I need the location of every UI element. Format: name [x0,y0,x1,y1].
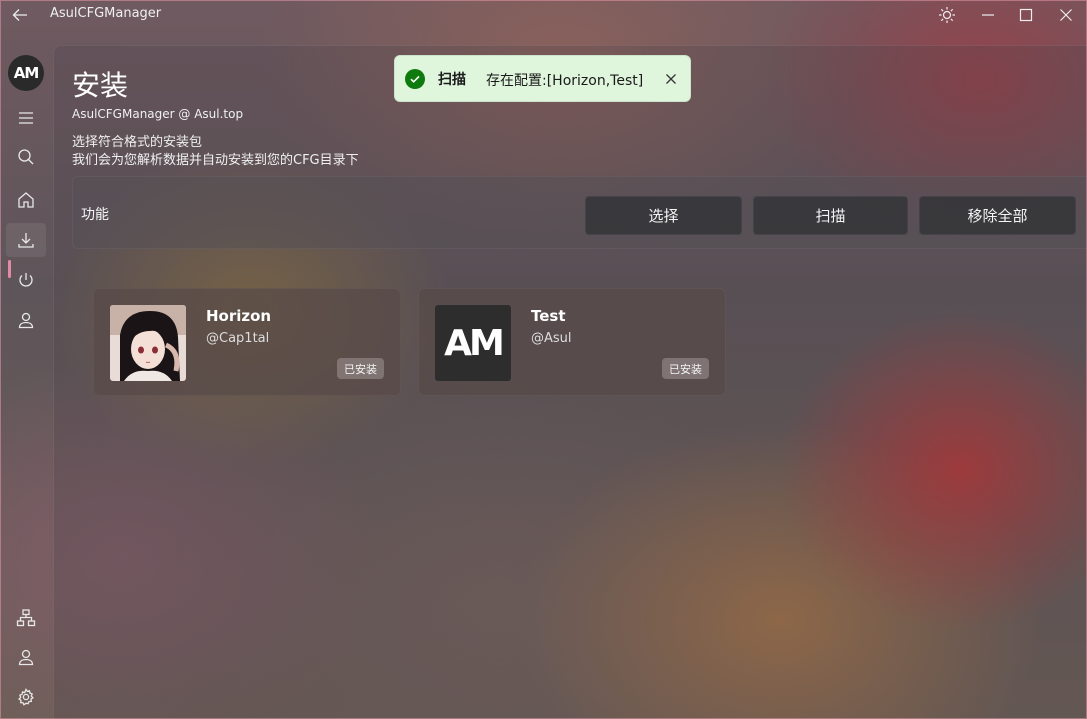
power-icon [19,273,33,287]
person-icon [18,312,34,329]
scan-toast: 扫描 存在配置:[Horizon,Test] [394,55,691,102]
installed-badge: 已安装 [662,358,709,379]
config-logo-tile: AM [435,305,511,381]
search-icon [18,149,34,165]
config-card-test[interactable]: AM Test @Asul 已安装 [418,288,726,396]
page-description: 选择符合格式的安装包 我们会为您解析数据并自动安装到您的CFG目录下 [72,134,359,170]
config-card-horizon[interactable]: Horizon @Cap1tal 已安装 [93,288,401,396]
success-check-icon [405,69,425,89]
theme-toggle-button[interactable] [936,4,958,26]
nav-install[interactable] [6,223,46,257]
page-title: 安装 [72,69,129,102]
description-line-1: 选择符合格式的安装包 [72,135,203,150]
toast-close-button[interactable] [662,70,680,88]
app-logo: AM [8,55,44,91]
config-author: @Cap1tal [206,331,270,346]
nav-network[interactable] [6,601,46,635]
toast-title: 扫描 [438,72,466,88]
back-arrow-icon [12,9,27,21]
title-bar: AsulCFGManager [0,0,1087,30]
home-icon [18,192,34,208]
select-button[interactable]: 选择 [585,196,742,235]
nav-account[interactable] [6,303,46,337]
gear-icon [18,688,34,706]
menu-toggle-button[interactable] [6,101,46,135]
nav-power[interactable] [6,263,46,297]
config-name: Horizon [206,307,272,325]
network-icon [16,609,36,627]
nav-home[interactable] [6,183,46,217]
nav-settings[interactable] [6,680,46,714]
window-title: AsulCFGManager [50,6,162,21]
config-logo-text: AM [435,305,511,381]
config-author: @Asul [531,331,572,346]
config-name: Test [531,307,566,325]
description-line-2: 我们会为您解析数据并自动安装到您的CFG目录下 [72,153,359,168]
config-avatar-image [110,305,186,381]
maximize-button[interactable] [1015,4,1037,26]
close-window-button[interactable] [1055,4,1077,26]
minimize-icon [982,14,994,16]
minimize-button[interactable] [977,4,999,26]
nav-search[interactable] [6,140,46,174]
toast-message: 存在配置:[Horizon,Test] [486,73,644,89]
download-icon [18,233,34,248]
function-label: 功能 [81,207,109,223]
back-button[interactable] [10,5,30,25]
person-icon [18,649,34,666]
sun-icon [939,7,955,23]
hamburger-icon [19,112,33,124]
page-subtitle: AsulCFGManager @ Asul.top [72,107,244,121]
nav-user[interactable] [6,640,46,674]
maximize-icon [1019,8,1033,22]
close-icon [666,74,676,84]
sidebar: AM [0,30,52,719]
installed-badge: 已安装 [337,358,384,379]
close-icon [1060,9,1072,21]
scan-button[interactable]: 扫描 [753,196,908,235]
remove-all-button[interactable]: 移除全部 [919,196,1076,235]
